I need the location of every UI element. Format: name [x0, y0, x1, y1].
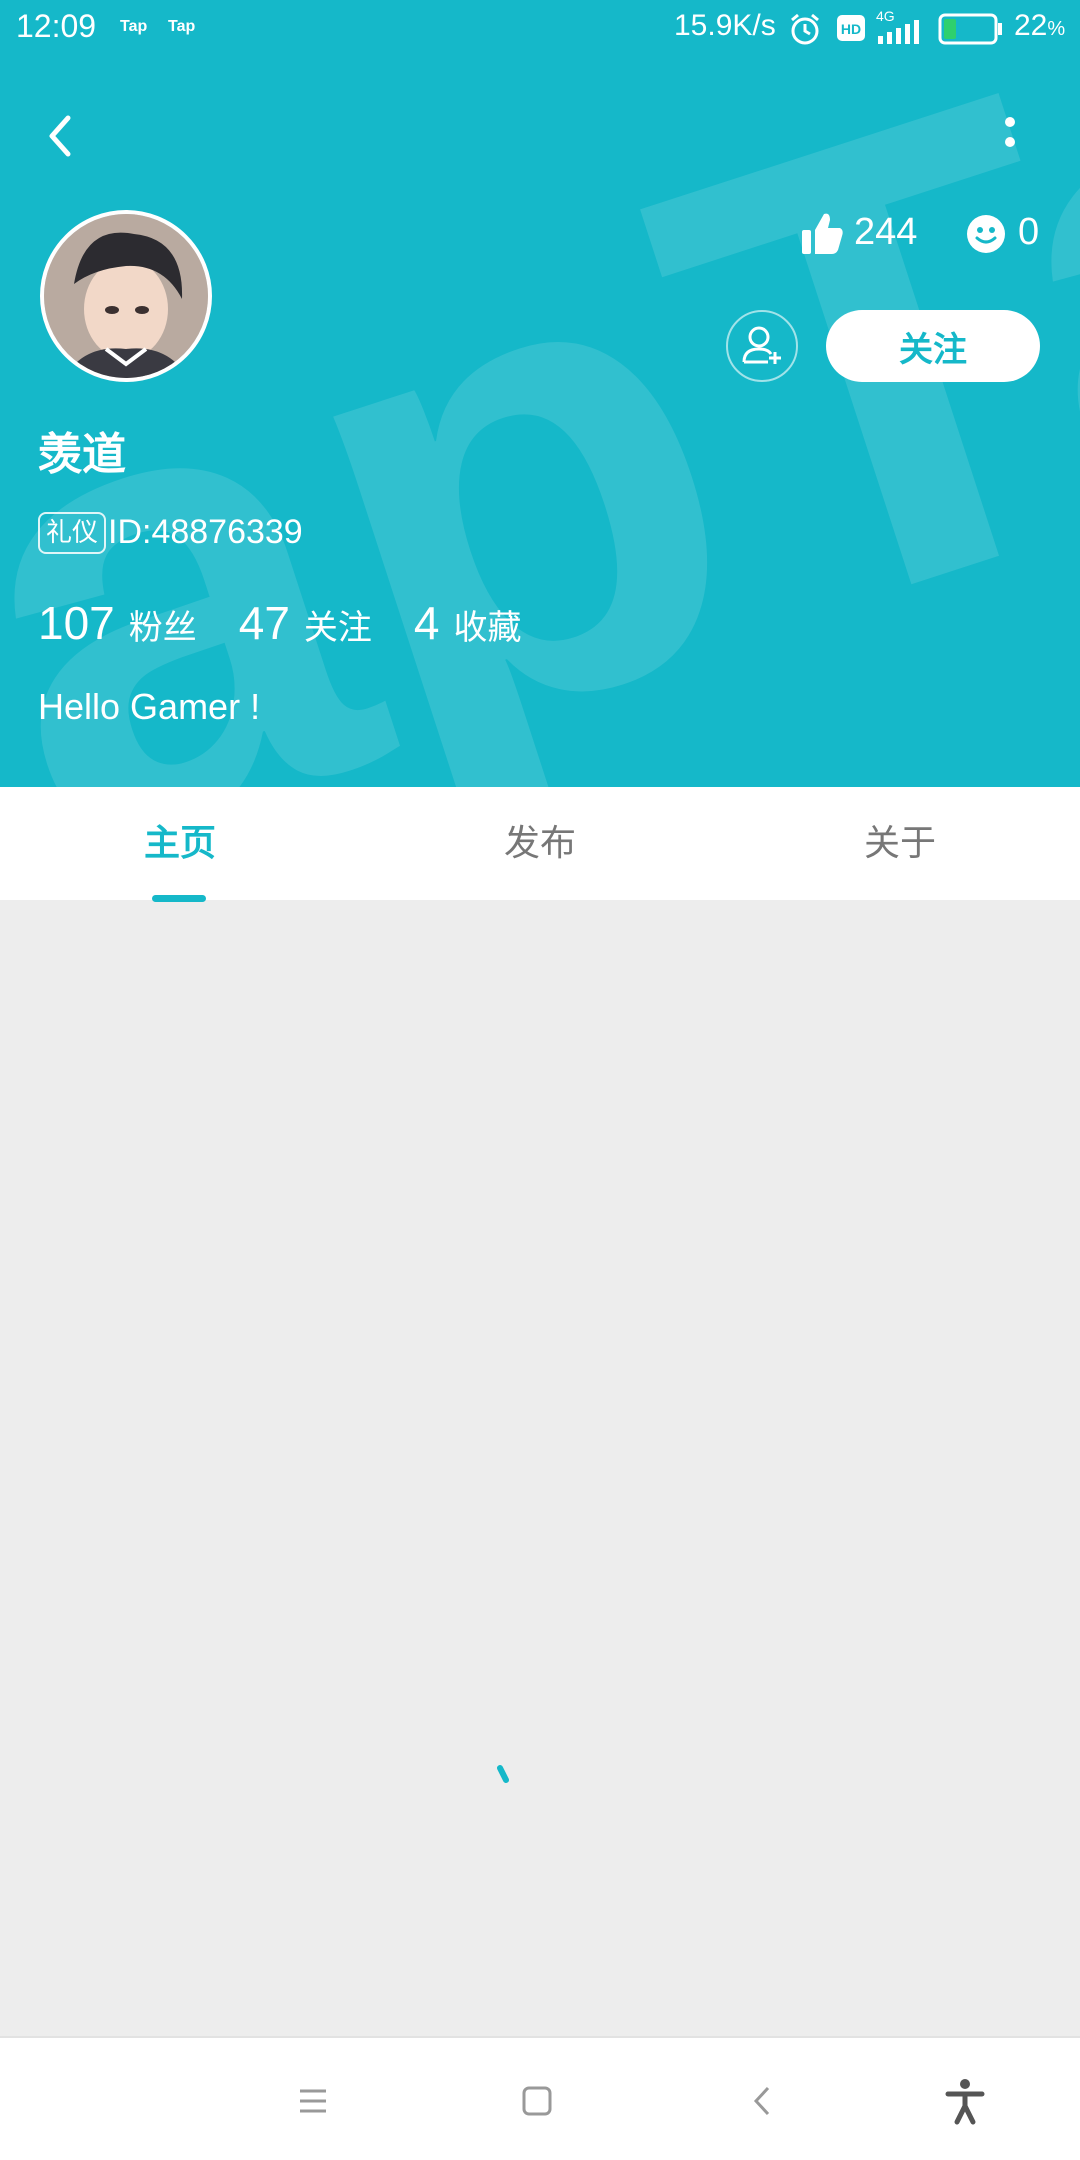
hd-icon: HD: [837, 15, 865, 41]
username: 羡道: [38, 429, 126, 480]
followers-count[interactable]: 107: [38, 596, 115, 650]
like-count: 244: [854, 211, 918, 253]
bio-text: Hello Gamer !: [38, 686, 261, 727]
follow-button[interactable]: 关注: [826, 310, 1040, 382]
signal-4g-icon: [878, 20, 919, 44]
smile-count: 0: [1018, 211, 1040, 253]
active-tab-indicator: [152, 895, 206, 902]
favorites-label[interactable]: 收藏: [454, 600, 522, 649]
alarm-icon: [791, 13, 819, 45]
following-count[interactable]: 47: [239, 596, 290, 650]
profile-tabs: 主页 发布 关于: [0, 787, 1080, 900]
network-speed: 15.9K/s: [674, 9, 776, 42]
tab-about[interactable]: 关于: [720, 787, 1080, 900]
following-label[interactable]: 关注: [304, 600, 372, 649]
badge-label: 礼仪: [38, 512, 107, 554]
tap-notification-icon: Tap: [168, 18, 196, 35]
accessibility-icon[interactable]: [940, 2076, 990, 2126]
user-id: ID:48876339: [108, 513, 303, 551]
add-user-icon: [742, 326, 781, 364]
loading-spinner-icon: [497, 1765, 509, 1783]
add-friend-button[interactable]: [726, 310, 798, 382]
menu-icon[interactable]: [288, 2076, 338, 2126]
avatar-image: [44, 214, 208, 378]
tab-posts[interactable]: 发布: [360, 787, 720, 900]
home-square-icon[interactable]: [512, 2076, 562, 2126]
thumbs-up-icon[interactable]: [800, 210, 844, 256]
profile-stats: 107 粉丝 47 关注 4 收藏: [38, 596, 564, 650]
svg-text:apTap: apTap: [0, 0, 1080, 787]
profile-header: apTap 12:09 Tap Tap 15.9K/s HD 4G 22% 24…: [0, 0, 1080, 787]
back-arrow-icon[interactable]: [34, 108, 90, 164]
status-bar: 12:09 Tap Tap 15.9K/s HD 4G 22%: [0, 0, 1080, 56]
favorites-count[interactable]: 4: [414, 596, 440, 650]
battery-percent: 22%: [1014, 9, 1066, 42]
back-chevron-icon[interactable]: [738, 2076, 788, 2126]
taptap-watermark: apTap: [0, 0, 1080, 787]
svg-text:HD: HD: [841, 21, 861, 37]
tab-home[interactable]: 主页: [0, 787, 360, 900]
followers-label[interactable]: 粉丝: [129, 600, 197, 649]
tap-notification-icon: Tap: [120, 18, 148, 35]
status-time: 12:09: [16, 8, 97, 44]
battery-icon: [938, 13, 1002, 45]
avatar[interactable]: [40, 210, 212, 382]
system-nav-bar: [0, 2036, 1080, 2160]
smile-icon[interactable]: [966, 214, 1006, 254]
more-vertical-icon[interactable]: [990, 108, 1030, 164]
